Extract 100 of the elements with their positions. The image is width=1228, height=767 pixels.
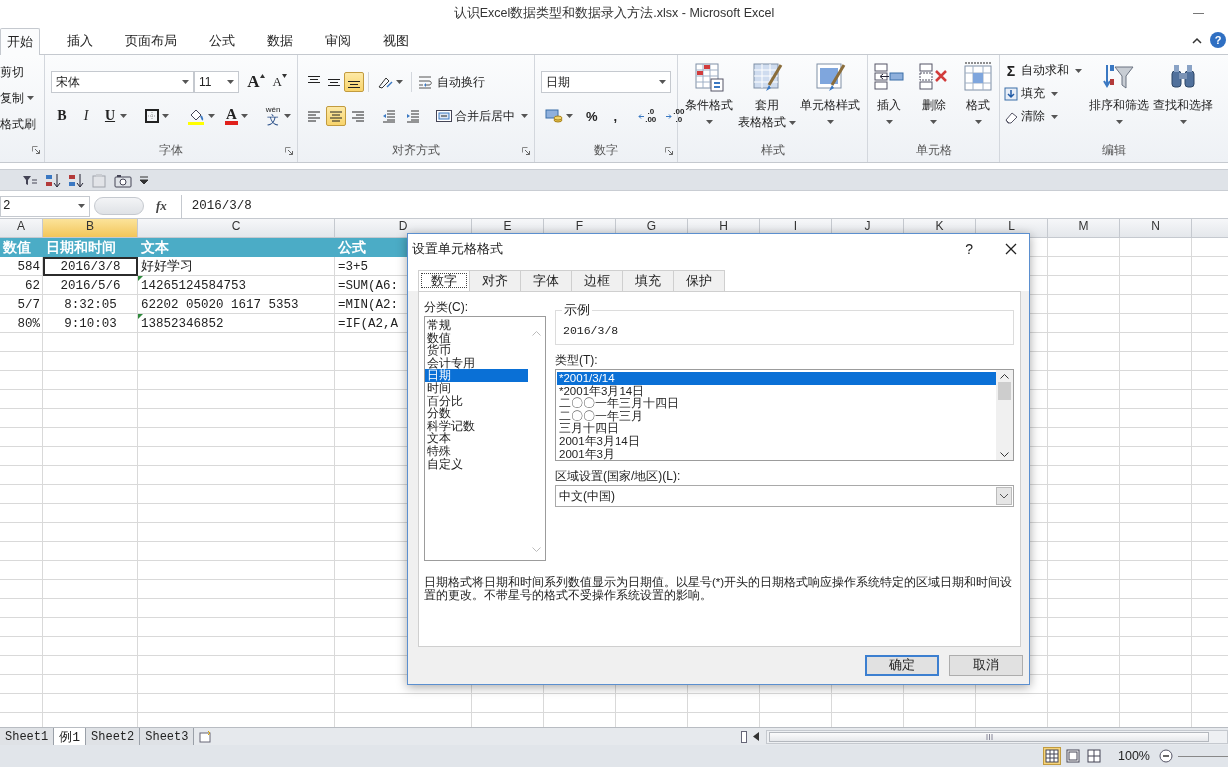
font-name-field[interactable]: 宋体 (51, 71, 194, 93)
table-cell[interactable]: 9:10:03 (43, 314, 138, 333)
bold-button[interactable]: B (51, 105, 73, 127)
split-handle-icon[interactable] (741, 730, 747, 743)
close-button[interactable] (1003, 241, 1019, 257)
list-item[interactable]: 百分比 (425, 394, 528, 408)
grow-font-button[interactable]: A (243, 71, 269, 93)
list-item[interactable]: 文本 (425, 432, 528, 445)
clipboard-icon[interactable] (91, 172, 107, 188)
increase-decimal-button[interactable]: .0 .00 (634, 105, 661, 127)
number-format-field[interactable]: 日期 (541, 71, 671, 93)
list-item[interactable]: 常规 (425, 319, 528, 332)
ribbon-tab[interactable]: 公式 (194, 28, 250, 54)
table-cell[interactable]: 5/7 (0, 295, 43, 314)
table-cell[interactable]: 2016/5/6 (43, 276, 138, 295)
view-button[interactable] (1085, 747, 1103, 765)
column-header[interactable]: A (0, 219, 43, 238)
table-cell[interactable]: 62202 05020 1617 5353 (138, 295, 335, 314)
phonetic-button[interactable]: wén 文 (261, 105, 295, 127)
cancel-button[interactable]: 取消 (949, 655, 1023, 676)
sort-filter-button[interactable]: 排序和筛选 (1088, 59, 1150, 126)
column-header[interactable]: B (43, 219, 138, 238)
dialog-tab[interactable]: 填充 (622, 270, 674, 291)
table-cell[interactable]: 2016/3/8 (43, 257, 138, 276)
clipboard-button[interactable]: 剪切 (0, 63, 44, 81)
sort-descending-icon[interactable] (68, 172, 84, 188)
bottom-align-button[interactable] (344, 72, 364, 92)
scroll-thumb[interactable] (769, 731, 1209, 742)
find-select-button[interactable]: 查找和选择 (1152, 59, 1214, 126)
horizontal-scrollbar[interactable] (766, 729, 1228, 744)
list-item[interactable]: 自定义 (425, 457, 528, 471)
cell-styles-button[interactable]: 单元格样式 (799, 59, 861, 126)
list-item[interactable]: 分数 (425, 407, 528, 420)
zoom-level[interactable]: 100% (1118, 749, 1150, 763)
dialog-launcher-icon[interactable] (665, 146, 673, 155)
dialog-tab[interactable]: 字体 (520, 270, 572, 291)
locale-dropdown[interactable]: 中文(中国) (555, 485, 1014, 507)
table-cell[interactable]: 14265124584753 (138, 276, 335, 295)
clipboard-button[interactable]: 复制 (0, 89, 44, 107)
comma-button[interactable]: , (606, 105, 625, 127)
list-item[interactable]: 会计专用 (425, 356, 528, 370)
list-item[interactable]: 货币 (425, 344, 528, 357)
shrink-font-button[interactable]: A (268, 71, 291, 93)
autosum-button[interactable]: Σ 自动求和 (1004, 61, 1082, 80)
list-item[interactable]: *2001/3/14 (557, 372, 996, 385)
list-item[interactable]: 2001年3月 (557, 447, 996, 461)
clipboard-button[interactable]: 格式刷 (0, 115, 44, 133)
underline-button[interactable]: U (99, 105, 131, 127)
category-list[interactable]: 常规 数值 货币 会计专用 日期 时间 百分比 分数 科学记数 文本 特殊 自定义 (424, 316, 546, 561)
sort-ascending-icon[interactable] (45, 172, 61, 188)
center-align-button[interactable] (326, 106, 346, 126)
table-cell[interactable]: 80% (0, 314, 43, 333)
name-box[interactable]: 2 (0, 195, 90, 217)
list-item[interactable]: 二〇〇一年三月十四日 (557, 397, 996, 410)
dialog-tab[interactable]: 数字 (418, 270, 470, 291)
dialog-launcher-icon[interactable] (522, 146, 530, 155)
column-header[interactable]: N (1120, 219, 1192, 238)
list-item[interactable]: 数值 (425, 331, 528, 345)
help-button[interactable]: ? (1210, 32, 1226, 48)
list-item[interactable]: 特殊 (425, 444, 528, 458)
font-color-button[interactable]: A (221, 105, 252, 127)
table-cell[interactable]: 8:32:05 (43, 295, 138, 314)
italic-button[interactable]: I (75, 105, 97, 127)
list-item[interactable]: 三月十四日 (557, 422, 996, 435)
dialog-launcher-icon[interactable] (32, 146, 40, 154)
formula-field[interactable]: 2016/3/8 (180, 194, 1228, 218)
sheet-tab[interactable]: Sheet3 (140, 728, 195, 745)
view-button[interactable] (1064, 747, 1082, 765)
list-item[interactable]: 2001年3月14日 (557, 434, 996, 448)
ok-button[interactable]: 确定 (865, 655, 939, 676)
ribbon-tab[interactable]: 审阅 (310, 28, 366, 54)
ribbon-tab[interactable]: 视图 (368, 28, 424, 54)
minimize-icon[interactable] (1193, 12, 1204, 15)
ribbon-tab[interactable]: 页面布局 (110, 28, 192, 54)
list-item[interactable]: 时间 (425, 381, 528, 395)
ribbon-tab[interactable]: 插入 (52, 28, 108, 54)
clear-button[interactable]: 清除 (1004, 107, 1082, 126)
sheet-tab[interactable]: 例1 (54, 728, 87, 745)
dialog-launcher-icon[interactable] (285, 146, 293, 155)
list-item[interactable]: *2001年3月14日 (557, 384, 996, 398)
conditional-format-button[interactable]: 条件格式 (684, 59, 734, 126)
dialog-tab[interactable]: 保护 (673, 270, 725, 291)
type-list[interactable]: *2001/3/14 *2001年3月14日 二〇〇一年三月十四日 二〇〇一年三月 三月十四日 2001年3月14日 2001年3月 (555, 369, 1014, 461)
splitter-handle[interactable] (94, 197, 144, 215)
column-header[interactable]: C (138, 219, 335, 238)
wrap-text-button[interactable]: 自动换行 (416, 71, 487, 93)
format-button[interactable]: 格式 (961, 59, 995, 126)
insert-button[interactable]: 插入 (872, 59, 906, 126)
table-cell[interactable]: 13852346852 (138, 314, 335, 333)
camera-icon[interactable] (114, 172, 132, 188)
help-button[interactable]: ? (965, 241, 973, 257)
view-button[interactable] (1043, 747, 1061, 765)
merge-center-button[interactable]: 合并后居中 (434, 105, 530, 127)
ribbon-tab[interactable]: 数据 (252, 28, 308, 54)
font-size-field[interactable]: 11 (193, 71, 240, 93)
table-cell[interactable]: 62 (0, 276, 43, 295)
left-arrow-icon[interactable] (753, 732, 760, 741)
percent-button[interactable]: % (579, 105, 605, 127)
column-header[interactable]: M (1048, 219, 1120, 238)
list-item[interactable]: 二〇〇一年三月 (557, 409, 996, 423)
